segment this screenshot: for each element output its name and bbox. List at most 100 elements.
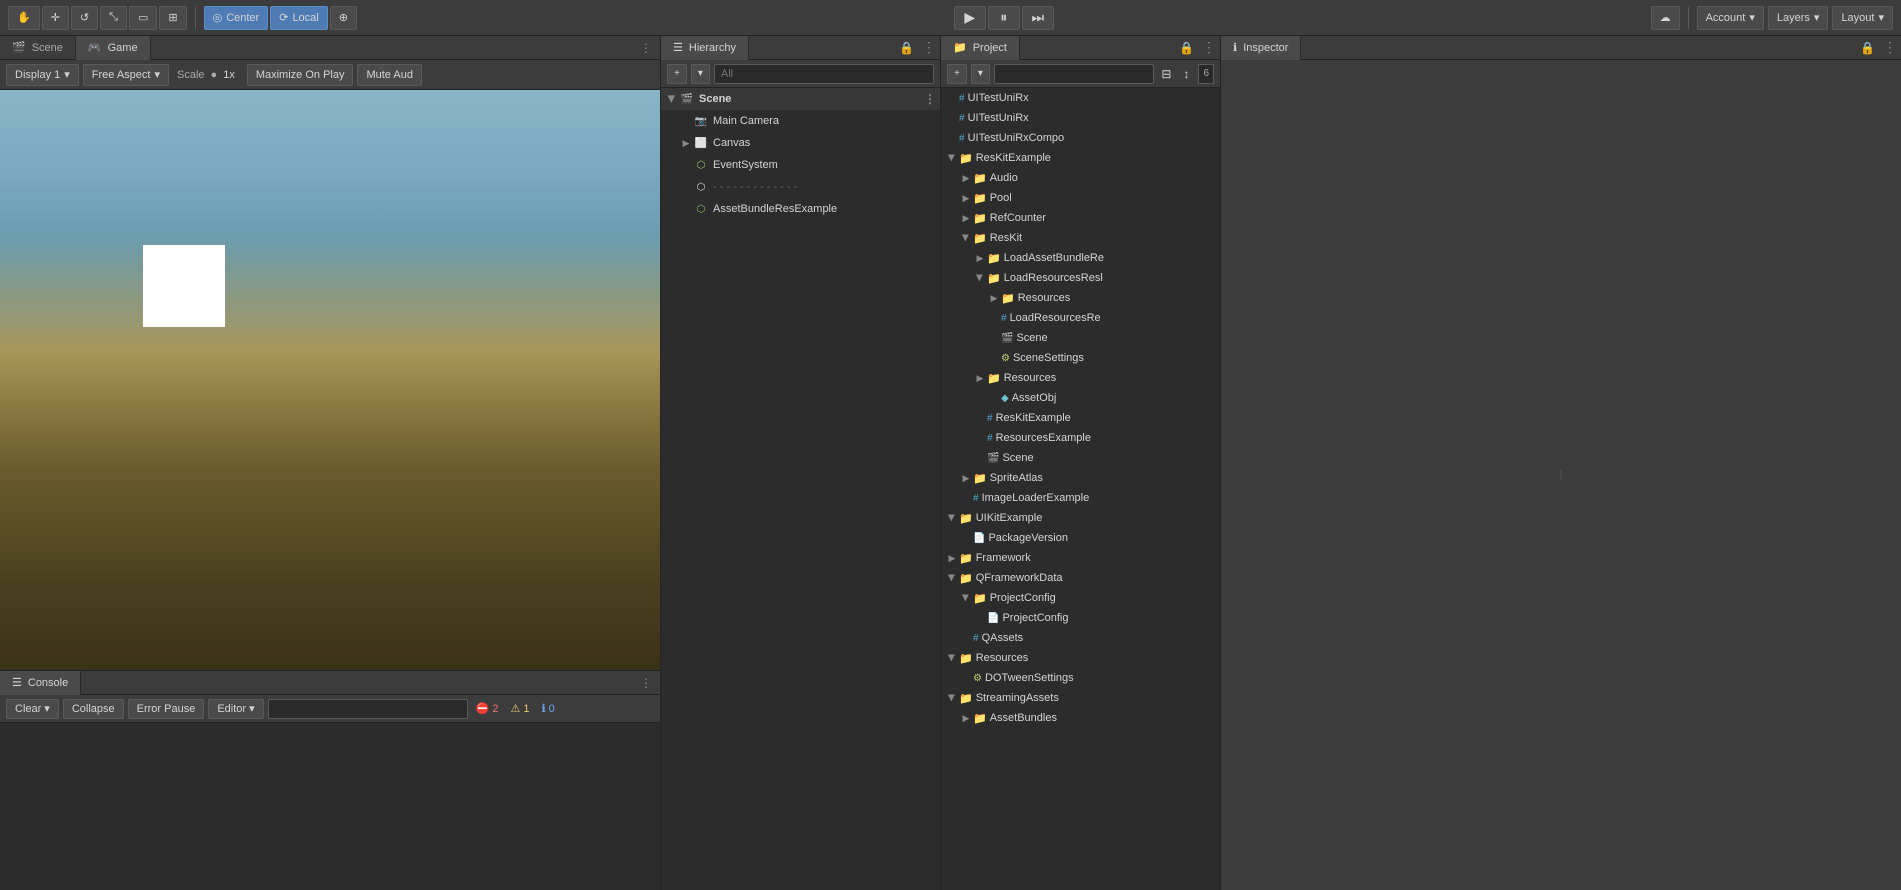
tree-scenesettings[interactable]: ▶ ⚙ SceneSettings xyxy=(941,348,1220,368)
pause-btn[interactable]: ⏸ xyxy=(988,6,1020,30)
move-tool-btn[interactable]: ✛ xyxy=(42,6,69,30)
tree-qframeworkdata[interactable]: ▶ 📁 QFrameworkData xyxy=(941,568,1220,588)
project-sort-icon[interactable]: ↕ xyxy=(1178,66,1194,82)
tree-reskit[interactable]: ▶ 📁 ResKit xyxy=(941,228,1220,248)
tree-assetbundles[interactable]: ▶ 📁 AssetBundles xyxy=(941,708,1220,728)
hierarchy-eventsystem[interactable]: ▶ ⬡ EventSystem xyxy=(661,154,940,176)
local-btn[interactable]: ⟳ Local xyxy=(270,6,328,30)
hand-tool-btn[interactable]: ✋ xyxy=(8,6,40,30)
hierarchy-tab[interactable]: ☰ Hierarchy xyxy=(661,36,749,60)
inspector-tab[interactable]: ℹ Inspector xyxy=(1221,36,1301,60)
tree-reskitexample-cs[interactable]: ▶ # ResKitExample xyxy=(941,408,1220,428)
project-add-dropdown[interactable]: ▾ xyxy=(971,64,990,84)
hierarchy-assetbundle-example[interactable]: ▶ ⬡ AssetBundleResExample xyxy=(661,198,940,220)
tree-streamingassets[interactable]: ▶ 📁 StreamingAssets xyxy=(941,688,1220,708)
error-pause-btn[interactable]: Error Pause xyxy=(128,699,205,719)
project-search-input[interactable] xyxy=(994,64,1155,84)
tree-uikitexample[interactable]: ▶ 📁 UIKitExample xyxy=(941,508,1220,528)
inspector-lock-icon[interactable]: 🔒 xyxy=(1856,41,1879,55)
clear-dropdown[interactable]: Clear ▾ xyxy=(6,699,59,719)
tree-resources-root[interactable]: ▶ 📁 Resources xyxy=(941,648,1220,668)
tree-scene-inner[interactable]: ▶ 🎬 Scene xyxy=(941,328,1220,348)
tree-uitestunirx-1[interactable]: ▶ # UITestUniRx xyxy=(941,88,1220,108)
project-tab[interactable]: 📁 Project xyxy=(941,36,1020,60)
collapse-btn[interactable]: Collapse xyxy=(63,699,124,719)
qframeworkdata-expand: ▶ xyxy=(945,571,959,585)
tree-projectconfig-cs[interactable]: ▶ 📄 ProjectConfig xyxy=(941,608,1220,628)
hierarchy-tab-icon: ☰ xyxy=(673,41,683,54)
tree-packageversion[interactable]: ▶ 📄 PackageVersion xyxy=(941,528,1220,548)
rect-tool-btn[interactable]: ▭ xyxy=(129,6,157,30)
project-view-icon[interactable]: 6 xyxy=(1198,64,1214,84)
tree-assetobj[interactable]: ▶ ◆ AssetObj xyxy=(941,388,1220,408)
aspect-label: Free Aspect xyxy=(92,69,151,81)
tree-spriteatlas[interactable]: ▶ 📁 SpriteAtlas xyxy=(941,468,1220,488)
tree-loadassetbundle[interactable]: ▶ 📁 LoadAssetBundleRe xyxy=(941,248,1220,268)
inspector-menu-icon[interactable]: ⋮ xyxy=(1879,39,1901,56)
display-dropdown[interactable]: Display 1 ▾ xyxy=(6,64,79,86)
tree-loadresources-cs[interactable]: ▶ # LoadResourcesRe xyxy=(941,308,1220,328)
play-btn[interactable]: ▶ xyxy=(954,6,986,30)
loadassetbundle-folder-icon: 📁 xyxy=(987,252,1001,265)
layers-dropdown[interactable]: Layers ▾ xyxy=(1768,6,1829,30)
editor-dropdown[interactable]: Editor ▾ xyxy=(208,699,263,719)
tree-imageloader[interactable]: ▶ # ImageLoaderExample xyxy=(941,488,1220,508)
pivot-btn[interactable]: ⊕ xyxy=(330,6,357,30)
maximize-btn[interactable]: Maximize On Play xyxy=(247,64,354,86)
assetbundles-expand: ▶ xyxy=(959,711,973,725)
console-tab-menu-btn[interactable]: ⋮ xyxy=(636,673,656,693)
console-search-input[interactable] xyxy=(268,699,468,719)
scene-menu-icon[interactable]: ⋮ xyxy=(924,92,936,106)
tree-dotweensettings[interactable]: ▶ ⚙ DOTweenSettings xyxy=(941,668,1220,688)
console-tab[interactable]: ☰ Console xyxy=(0,671,81,695)
tree-uitestunirxcompo[interactable]: ▶ # UITestUniRxCompo xyxy=(941,128,1220,148)
aspect-dropdown[interactable]: Free Aspect ▾ xyxy=(83,64,169,86)
account-dropdown[interactable]: Account ▾ xyxy=(1697,6,1764,30)
hierarchy-main-camera[interactable]: ▶ 📷 Main Camera xyxy=(661,110,940,132)
hierarchy-canvas[interactable]: ▶ ⬜ Canvas xyxy=(661,132,940,154)
error-badge-icon: ⛔ xyxy=(476,702,490,715)
tree-reskitexample[interactable]: ▶ 📁 ResKitExample xyxy=(941,148,1220,168)
tree-framework[interactable]: ▶ 📁 Framework xyxy=(941,548,1220,568)
scene-tab[interactable]: 🎬 Scene xyxy=(0,36,76,60)
scale-tool-btn[interactable]: ⤡ xyxy=(100,6,127,30)
project-filter-icon[interactable]: ⊟ xyxy=(1158,66,1174,82)
qassets-label: QAssets xyxy=(982,632,1024,644)
tree-scene-2[interactable]: ▶ 🎬 Scene xyxy=(941,448,1220,468)
mute-label: Mute Aud xyxy=(366,69,412,81)
error-pause-label: Error Pause xyxy=(137,703,196,715)
view-tab-menu-btn[interactable]: ⋮ xyxy=(636,38,656,58)
scene-icon: 🎬 xyxy=(679,91,695,107)
tree-pool[interactable]: ▶ 📁 Pool xyxy=(941,188,1220,208)
hierarchy-lock-icon[interactable]: 🔒 xyxy=(895,41,918,55)
hierarchy-add-btn[interactable]: + xyxy=(667,64,687,84)
layout-dropdown[interactable]: Layout ▾ xyxy=(1832,6,1893,30)
hierarchy-search-input[interactable] xyxy=(714,64,934,84)
step-btn[interactable]: ⏭ xyxy=(1022,6,1054,30)
tree-uitestunirx-2[interactable]: ▶ # UITestUniRx xyxy=(941,108,1220,128)
project-lock-icon[interactable]: 🔒 xyxy=(1175,41,1198,55)
project-add-btn[interactable]: + xyxy=(947,64,967,84)
audio-expand: ▶ xyxy=(959,171,973,185)
tree-projectconfig-folder[interactable]: ▶ 📁 ProjectConfig xyxy=(941,588,1220,608)
tree-resources-inner[interactable]: ▶ 📁 Resources xyxy=(941,288,1220,308)
project-menu-icon[interactable]: ⋮ xyxy=(1198,39,1220,56)
tree-loadresources[interactable]: ▶ 📁 LoadResourcesResl xyxy=(941,268,1220,288)
hierarchy-scene-root[interactable]: ▶ 🎬 Scene ⋮ xyxy=(661,88,940,110)
project-content: ▶ # UITestUniRx ▶ # UITestUniRx ▶ # UITe… xyxy=(941,88,1220,890)
transform-tool-btn[interactable]: ⊞ xyxy=(159,6,186,30)
tree-refcounter[interactable]: ▶ 📁 RefCounter xyxy=(941,208,1220,228)
projectconfig-cs-label: ProjectConfig xyxy=(1002,612,1068,624)
mute-btn[interactable]: Mute Aud xyxy=(357,64,421,86)
tree-resources-2[interactable]: ▶ 📁 Resources xyxy=(941,368,1220,388)
tree-resourcesexample[interactable]: ▶ # ResourcesExample xyxy=(941,428,1220,448)
game-tab[interactable]: 🎮 Game xyxy=(76,36,151,60)
reskitexample-cs-icon: # xyxy=(987,413,993,424)
tree-audio[interactable]: ▶ 📁 Audio xyxy=(941,168,1220,188)
hierarchy-menu-icon[interactable]: ⋮ xyxy=(918,39,940,56)
cloud-btn[interactable]: ☁ xyxy=(1651,6,1680,30)
hierarchy-add-dropdown[interactable]: ▾ xyxy=(691,64,710,84)
tree-qassets[interactable]: ▶ # QAssets xyxy=(941,628,1220,648)
center-btn[interactable]: ◎ Center xyxy=(204,6,269,30)
rotate-tool-btn[interactable]: ↺ xyxy=(71,6,98,30)
